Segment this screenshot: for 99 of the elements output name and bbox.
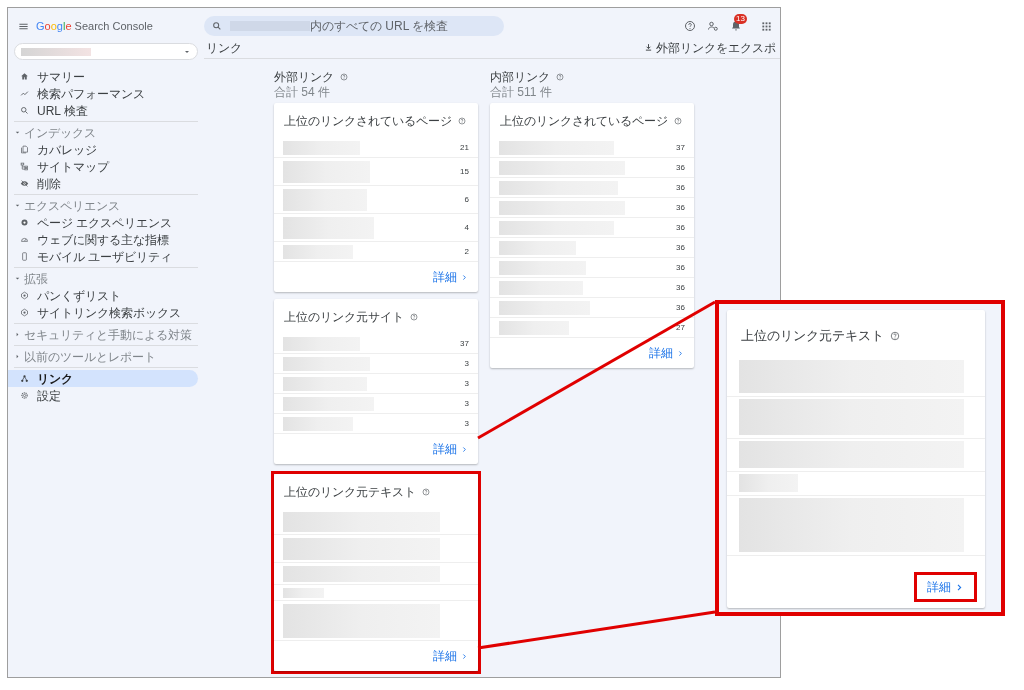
count-value: 36	[676, 301, 685, 314]
caret-icon	[14, 275, 21, 282]
help-icon	[422, 488, 430, 496]
card-title: 上位のリンクされているページ	[284, 113, 452, 130]
chevron-right-icon	[461, 273, 468, 281]
count-value: 3	[464, 357, 469, 370]
redacted-block	[499, 320, 569, 335]
details-link[interactable]: 詳細	[649, 344, 684, 362]
sidebar-item[interactable]: ウェブに関する主な指標	[8, 231, 198, 248]
help-icon	[458, 117, 466, 125]
column-title: 外部リンク	[274, 69, 334, 86]
count-value: 3	[464, 397, 469, 410]
notification-badge: 13	[734, 14, 747, 24]
page-title: リンク	[206, 39, 242, 57]
count-value: 21	[460, 141, 469, 154]
count-value: 37	[676, 141, 685, 154]
count-value: 27	[676, 321, 685, 334]
hidden-eye-icon	[20, 179, 29, 188]
caret-icon	[14, 129, 21, 136]
download-icon	[644, 43, 653, 52]
sidebar-item[interactable]: サイトリンク検索ボックス	[8, 304, 198, 321]
details-link[interactable]: 詳細	[433, 440, 468, 458]
search-field[interactable]: 内のすべての URL を検査	[204, 16, 504, 36]
redacted-block	[21, 47, 91, 56]
redacted-block	[283, 244, 353, 259]
network-icon	[20, 374, 29, 383]
count-value: 36	[676, 201, 685, 214]
card-title: 上位のリンク元テキスト	[741, 327, 884, 345]
column-title: 内部リンク	[490, 69, 550, 86]
section-header[interactable]: 以前のツールとレポート	[8, 348, 160, 365]
details-link[interactable]: 詳細	[433, 268, 468, 286]
caret-right-icon	[14, 331, 21, 338]
trend-line-icon	[20, 89, 29, 98]
card-title: 上位のリンク元サイト	[284, 309, 404, 326]
product-logo: Google Search Console	[36, 18, 153, 34]
sidebar-item[interactable]: リンク	[8, 370, 198, 387]
chevron-right-icon	[677, 349, 684, 357]
count-value: 36	[676, 261, 685, 274]
chevron-right-icon	[461, 652, 468, 660]
count-value: 3	[464, 377, 469, 390]
apps-icon[interactable]	[761, 20, 772, 32]
search-placeholder: 内のすべての URL を検査	[310, 18, 449, 35]
section-header[interactable]: 拡張	[8, 270, 52, 287]
count-value: 2	[464, 245, 469, 258]
sidebar-item[interactable]: サマリー	[8, 68, 198, 85]
redacted-block	[283, 416, 353, 431]
count-value: 6	[464, 193, 469, 206]
chevron-right-icon	[955, 582, 964, 592]
search-icon	[20, 106, 29, 115]
section-header[interactable]: エクスペリエンス	[8, 197, 124, 214]
badge-icon	[20, 308, 29, 317]
count-value: 36	[676, 281, 685, 294]
sidebar-item[interactable]: 設定	[8, 387, 198, 404]
circle-icon	[20, 218, 29, 227]
count-value: 36	[676, 221, 685, 234]
sidebar-item[interactable]: ページ エクスペリエンス	[8, 214, 198, 231]
sidebar-item[interactable]: パンくずリスト	[8, 287, 198, 304]
people-icon[interactable]	[707, 20, 719, 32]
sidebar-item[interactable]: カバレッジ	[8, 141, 198, 158]
sidebar-item[interactable]: サイトマップ	[8, 158, 198, 175]
chevron-right-icon	[461, 445, 468, 453]
total-count: 合計 511 件	[490, 86, 553, 99]
count-value: 36	[676, 161, 685, 174]
section-header[interactable]: インデックス	[8, 124, 100, 141]
details-link[interactable]: 詳細	[914, 572, 977, 602]
export-button[interactable]: 外部リンクをエクスポ	[644, 38, 776, 57]
help-icon	[410, 313, 418, 321]
redacted-block	[739, 474, 798, 492]
help-icon	[556, 73, 564, 81]
count-value: 15	[460, 165, 469, 178]
help-icon[interactable]	[684, 20, 696, 32]
badge-icon	[20, 291, 29, 300]
search-icon	[212, 21, 222, 31]
help-icon	[674, 117, 682, 125]
phone-icon	[20, 252, 29, 261]
details-link[interactable]: 詳細	[433, 647, 468, 665]
count-value: 37	[460, 337, 469, 350]
section-header[interactable]: セキュリティと手動による対策	[8, 326, 196, 343]
count-value: 36	[676, 241, 685, 254]
redacted-block	[283, 587, 324, 598]
count-value: 3	[464, 417, 469, 430]
sitemap-icon	[20, 162, 29, 171]
settings-icon	[20, 391, 29, 400]
document-icon	[20, 145, 29, 154]
caret-right-icon	[14, 353, 21, 360]
home-icon	[20, 72, 29, 81]
total-count: 合計 54 件	[274, 86, 331, 99]
sidebar-item[interactable]: 検索パフォーマンス	[8, 85, 198, 102]
sidebar-item[interactable]: URL 検査	[8, 102, 198, 119]
count-value: 4	[464, 221, 469, 234]
sidebar-item[interactable]: 削除	[8, 175, 198, 192]
help-icon	[340, 73, 348, 81]
caret-icon	[14, 202, 21, 209]
card-title: 上位のリンクされているページ	[500, 113, 668, 130]
help-icon	[890, 330, 900, 341]
card-title: 上位のリンク元テキスト	[284, 484, 416, 501]
gauge-icon	[20, 235, 29, 244]
sidebar-item[interactable]: モバイル ユーザビリティ	[8, 248, 198, 265]
count-value: 36	[676, 181, 685, 194]
